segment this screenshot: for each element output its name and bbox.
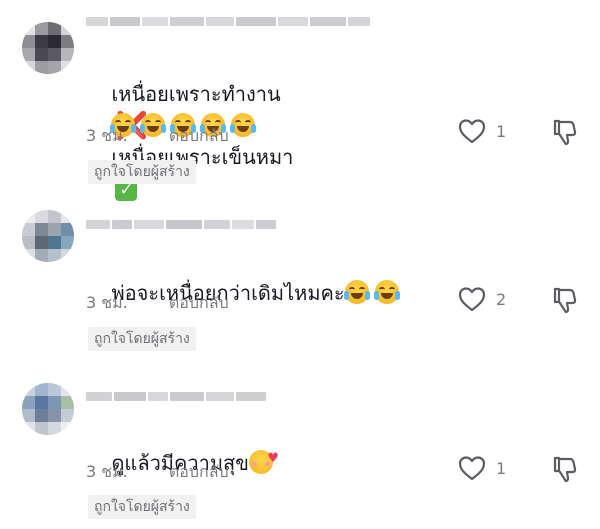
thumbs-down-outline-icon[interactable] [552, 118, 578, 146]
like-count: 2 [496, 289, 507, 309]
heart-outline-icon[interactable] [458, 455, 486, 481]
face-with-tears-of-joy-icon [230, 113, 257, 137]
heart-outline-icon[interactable] [458, 118, 486, 144]
heart-outline-icon[interactable] [458, 286, 486, 312]
liked-by-creator-badge: ถูกใจโดยผู้สร้าง [88, 495, 196, 519]
like-count: 1 [496, 458, 507, 478]
dislike-button[interactable] [552, 286, 578, 318]
face-with-tears-of-joy-icon [343, 280, 370, 304]
comment-time: 3 ชม. [86, 293, 128, 312]
liked-by-creator-badge: ถูกใจโดยผู้สร้าง [88, 327, 196, 351]
like-count: 1 [496, 121, 507, 141]
comment-time: 3 ชม. [86, 126, 128, 145]
thumbs-down-outline-icon[interactable] [552, 455, 578, 483]
comment-time: 3 ชม. [86, 462, 128, 481]
avatar[interactable] [22, 210, 74, 262]
comment-meta: 3 ชม. ตอบกลับ [86, 460, 229, 485]
dislike-button[interactable] [552, 455, 578, 487]
username-blurred[interactable] [86, 387, 266, 405]
thumbs-down-outline-icon[interactable] [552, 286, 578, 314]
username-blurred[interactable] [86, 215, 276, 233]
face-with-tears-of-joy-icon [373, 280, 400, 304]
smiling-face-with-hearts-icon [248, 443, 279, 474]
comment-meta: 3 ชม. ตอบกลับ [86, 124, 229, 149]
reply-button[interactable]: ตอบกลับ [169, 126, 229, 145]
like-button[interactable]: 1 [458, 455, 506, 481]
liked-by-creator-badge: ถูกใจโดยผู้สร้าง [88, 160, 196, 184]
comment-meta: 3 ชม. ตอบกลับ [86, 291, 229, 316]
dislike-button[interactable] [552, 118, 578, 150]
like-button[interactable]: 1 [458, 118, 506, 144]
reply-button[interactable]: ตอบกลับ [169, 293, 229, 312]
like-button[interactable]: 2 [458, 286, 506, 312]
reply-button[interactable]: ตอบกลับ [169, 462, 229, 481]
username-blurred[interactable] [86, 12, 370, 30]
avatar[interactable] [22, 22, 74, 74]
avatar[interactable] [22, 383, 74, 435]
